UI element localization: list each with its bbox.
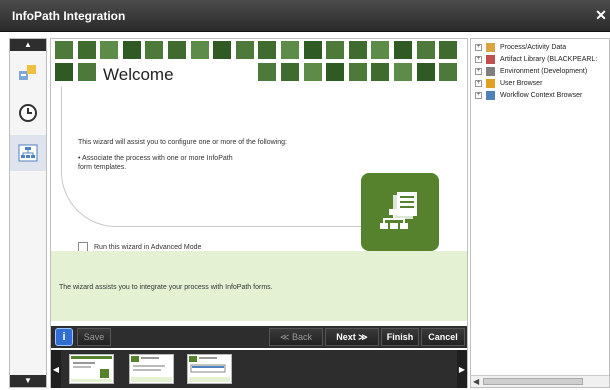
next-button[interactable]: Next ≫	[325, 328, 379, 346]
header-tile	[326, 63, 345, 81]
user-icon	[486, 79, 495, 88]
header-tile	[281, 41, 299, 59]
scroll-left-icon[interactable]: ◀	[473, 377, 479, 386]
library-icon	[486, 55, 495, 64]
header-tile	[77, 63, 96, 81]
header-tile	[416, 41, 435, 59]
tree-node-label: Environment (Development)	[500, 68, 588, 75]
thumbnail-page[interactable]	[129, 354, 174, 384]
bullet-text: • Associate the process with one or more…	[78, 155, 233, 171]
wizard-toolbar: i Save ≪ Back Next ≫ Finish Cancel	[51, 326, 467, 348]
context-browser-panel: + Process/Activity Data + Artifact Library …	[470, 38, 610, 388]
left-sidebar: ▲ ▼	[9, 38, 47, 388]
infopath-wizard-icon	[361, 173, 439, 251]
clock-icon[interactable]	[10, 95, 46, 131]
header-tile	[394, 41, 412, 59]
header-tile	[122, 41, 141, 59]
expand-icon[interactable]: +	[475, 44, 482, 51]
intro-text: This wizard will assist you to configure…	[78, 139, 287, 146]
save-button[interactable]: Save	[77, 328, 111, 346]
tree-node-label: Artifact Library (BLACKPEARL:	[500, 56, 598, 63]
header-tile	[326, 41, 345, 59]
data-icon	[486, 43, 495, 52]
expand-icon[interactable]: +	[475, 56, 482, 63]
header-tile	[77, 41, 96, 59]
tree-node[interactable]: + Artifact Library (BLACKPEARL:	[475, 55, 597, 64]
thumbnails-left-arrow[interactable]: ◀	[51, 350, 61, 388]
thumbnail-page[interactable]	[69, 354, 114, 384]
tree-node-label: User Browser	[500, 80, 543, 87]
info-button[interactable]: i	[55, 328, 73, 346]
process-icon[interactable]	[10, 55, 46, 91]
scrollbar-thumb[interactable]	[483, 378, 583, 385]
expand-icon[interactable]: +	[475, 68, 482, 75]
header-tile	[303, 63, 322, 81]
header-tile	[348, 41, 367, 59]
tree-node[interactable]: + Process/Activity Data	[475, 43, 566, 52]
header-tile	[55, 63, 73, 81]
infopath-integration-window: InfoPath Integration ✕ ▲ ▼ Welcome This …	[0, 0, 610, 390]
header-tile	[190, 41, 209, 59]
expand-icon[interactable]: +	[475, 92, 482, 99]
environment-icon	[486, 67, 495, 76]
cancel-button[interactable]: Cancel	[421, 328, 465, 346]
header-tile	[145, 41, 164, 59]
sidebar-scroll-down-button[interactable]: ▼	[10, 375, 46, 387]
header-tile	[439, 63, 458, 81]
title-bar: InfoPath Integration ✕	[0, 0, 610, 32]
header-tile	[439, 41, 458, 59]
header-tile	[258, 63, 277, 81]
header-tile	[281, 63, 299, 81]
header-tile	[303, 41, 322, 59]
horizontal-scrollbar[interactable]: ◀	[471, 375, 609, 387]
close-icon[interactable]: ✕	[594, 7, 608, 23]
tree-node[interactable]: + Environment (Development)	[475, 67, 587, 76]
tree-node-label: Workflow Context Browser	[500, 92, 583, 99]
back-button[interactable]: ≪ Back	[269, 328, 323, 346]
window-title: InfoPath Integration	[12, 9, 126, 23]
info-bar: The wizard assists you to integrate your…	[51, 251, 467, 321]
wizard-panel: Welcome This wizard will assist you to c…	[50, 38, 468, 388]
header-tile	[55, 41, 73, 59]
tree-node[interactable]: + Workflow Context Browser	[475, 91, 582, 100]
header-tile	[168, 41, 186, 59]
expand-icon[interactable]: +	[475, 80, 482, 87]
page-thumbnails: ◀ ▶	[51, 350, 467, 388]
info-text: The wizard assists you to integrate your…	[59, 284, 273, 291]
tree-node[interactable]: + User Browser	[475, 79, 542, 88]
header-tile	[394, 63, 412, 81]
header-tile	[258, 41, 277, 59]
thumbnails-right-arrow[interactable]: ▶	[457, 350, 467, 388]
header-tile	[213, 41, 232, 59]
sidebar-scroll-up-button[interactable]: ▲	[10, 39, 46, 51]
workflow-icon	[486, 91, 495, 100]
wizard-icon[interactable]	[10, 135, 46, 171]
page-title: Welcome	[99, 65, 178, 85]
tree-node-label: Process/Activity Data	[500, 44, 567, 51]
header-tile	[371, 41, 390, 59]
finish-button[interactable]: Finish	[381, 328, 419, 346]
advanced-mode-label: Run this wizard in Advanced Mode	[94, 243, 202, 251]
header-tile	[100, 41, 119, 59]
header-tile	[235, 41, 254, 59]
header-tile	[348, 63, 367, 81]
header-tile	[416, 63, 435, 81]
header-tile	[371, 63, 390, 81]
thumbnail-page[interactable]	[187, 354, 232, 384]
